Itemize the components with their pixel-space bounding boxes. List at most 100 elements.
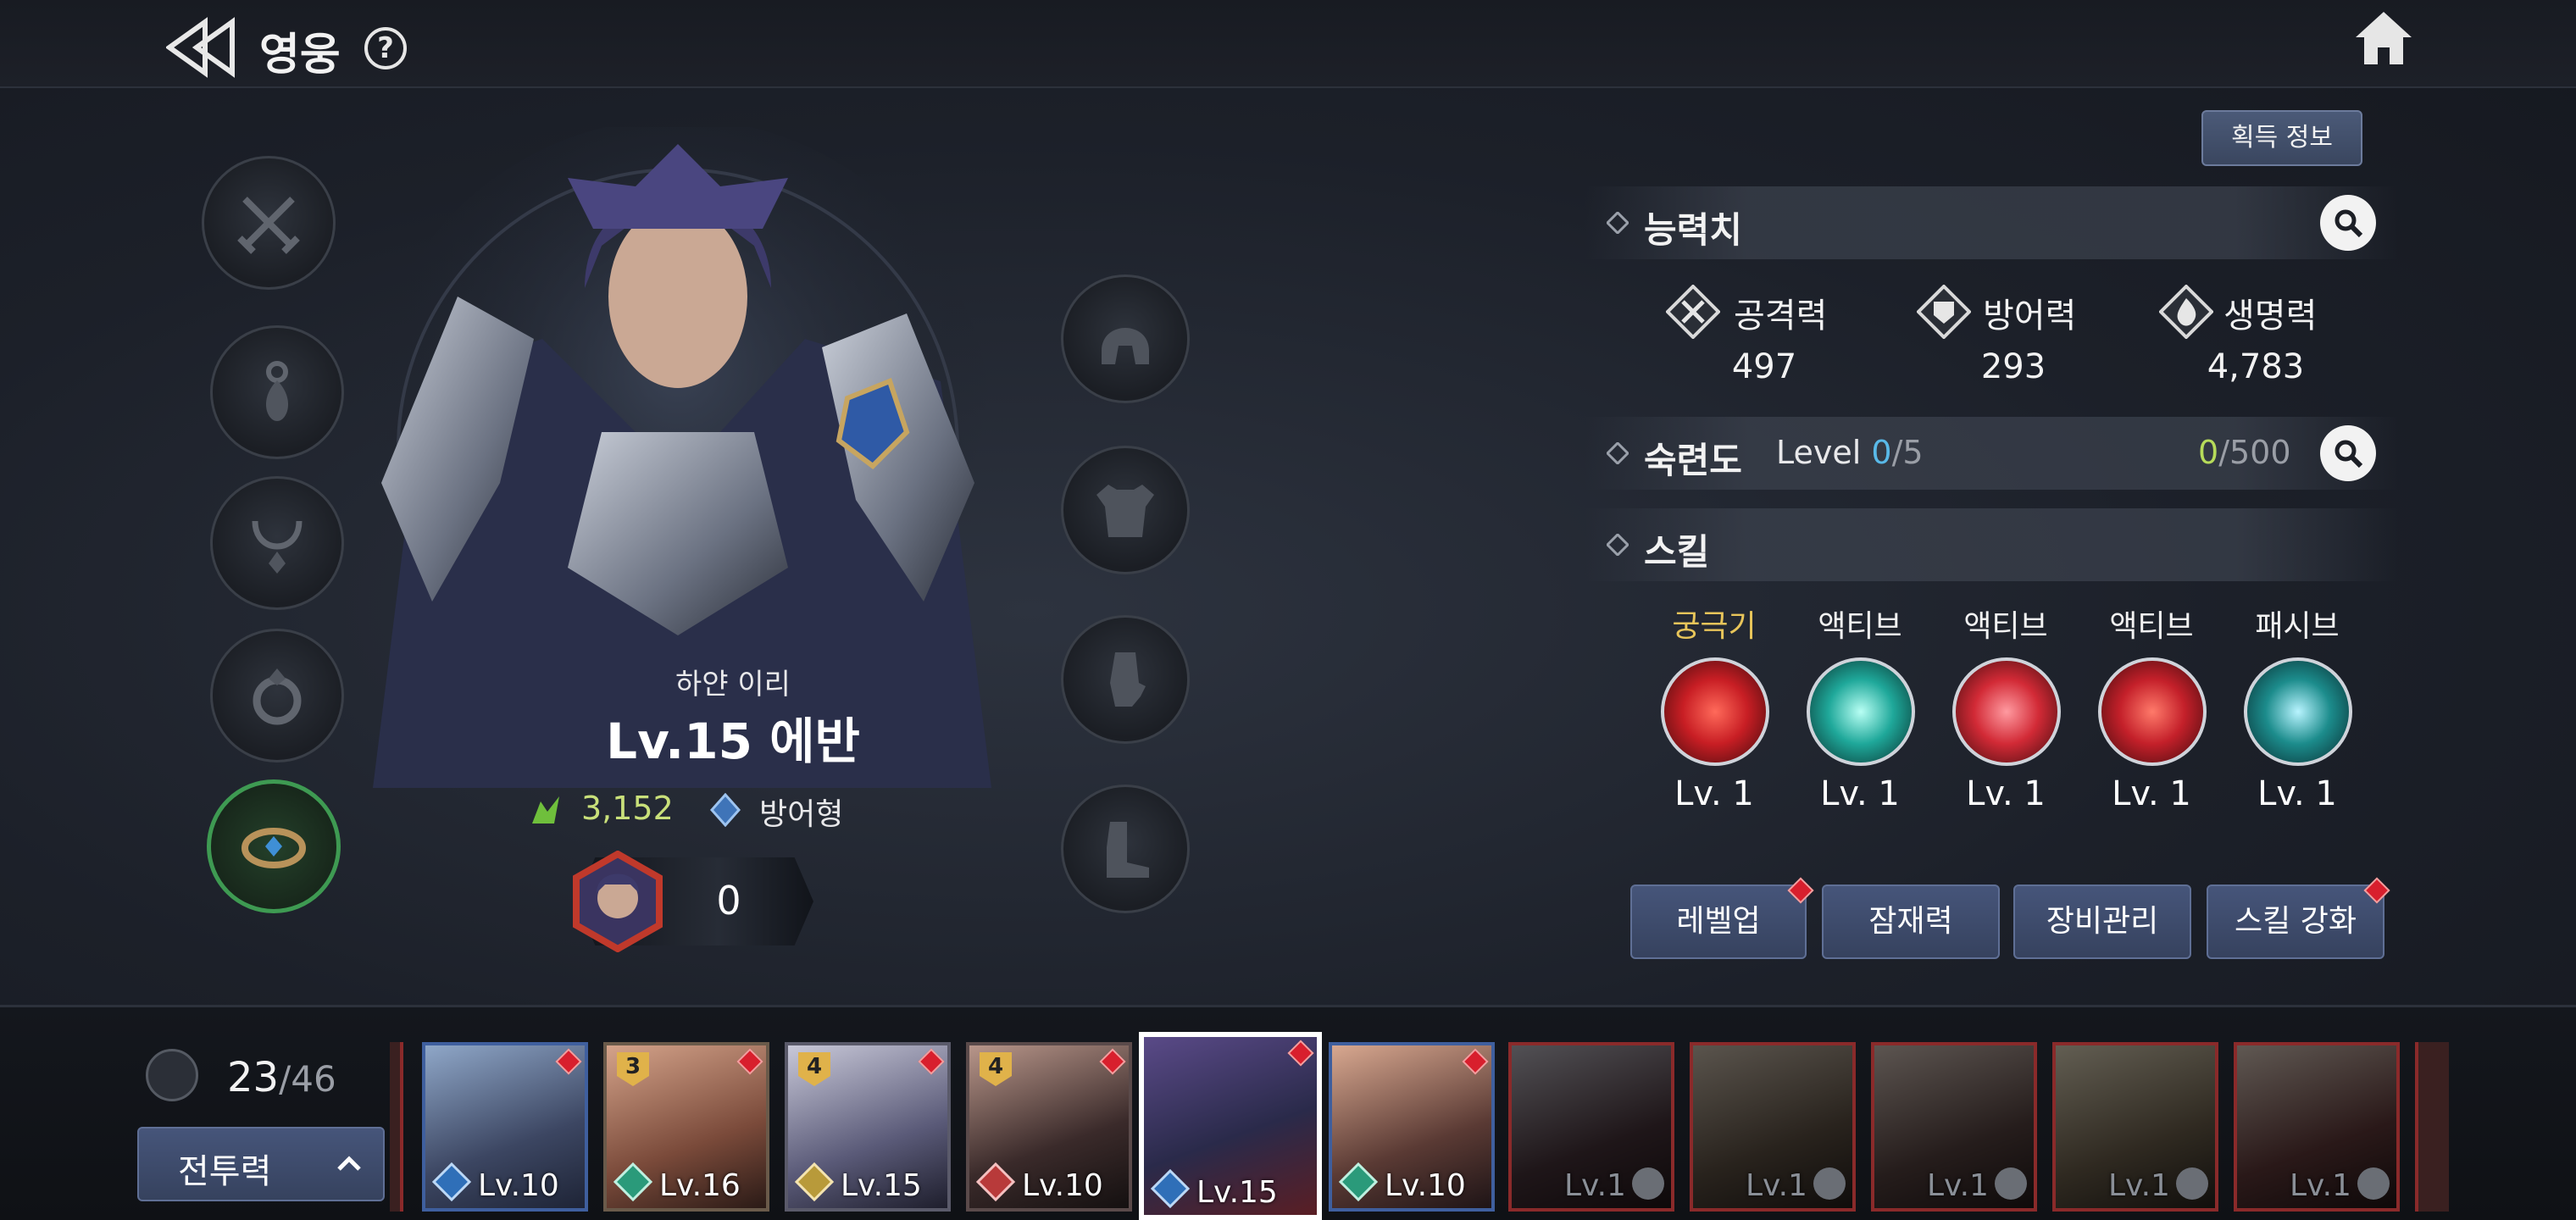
card-level: Lv.10 <box>1385 1168 1466 1203</box>
lock-icon <box>2176 1167 2208 1200</box>
card-level: Lv.1 <box>1927 1168 1989 1203</box>
boots-icon <box>1107 822 1149 878</box>
stats-search-icon[interactable] <box>2320 195 2376 251</box>
section-diamond-icon <box>1607 442 1629 464</box>
hero-mini-avatar <box>573 851 663 952</box>
hero-type: 방어형 <box>759 797 844 832</box>
roster-card-locked[interactable]: Lv.1 <box>1690 1042 1856 1212</box>
roster-card-partial <box>390 1042 403 1212</box>
promotion-count: 0 <box>716 878 741 923</box>
card-level: Lv.15 <box>841 1168 922 1203</box>
roster-card-locked[interactable]: Lv.1 <box>1508 1042 1674 1212</box>
skill-level-ultimate: Lv. 1 <box>1674 774 1754 813</box>
gauntlet-icon <box>1110 652 1146 707</box>
hero-count-current: 23 <box>227 1054 280 1101</box>
star-grade-badge: 4 <box>795 1051 834 1088</box>
section-diamond-icon <box>1607 534 1629 556</box>
mastery-search-icon[interactable] <box>2320 425 2376 481</box>
roster-card-locked[interactable]: Lv.1 <box>2052 1042 2218 1212</box>
roster-card[interactable]: Lv.10 <box>422 1042 588 1212</box>
stat-value-life: 4,783 <box>2207 347 2305 386</box>
skill-level-passive: Lv. 1 <box>2257 774 2337 813</box>
chevron-up-icon[interactable] <box>332 1147 366 1181</box>
combat-power-icon <box>532 796 559 824</box>
roster-card[interactable]: 4 Lv.15 <box>785 1042 951 1212</box>
card-level: Lv.15 <box>1196 1175 1278 1210</box>
heal-class-icon <box>613 1162 652 1201</box>
section-diamond-icon <box>1607 212 1629 234</box>
roster-card-partial <box>2415 1042 2449 1212</box>
skill-active-2-icon[interactable] <box>1952 657 2061 766</box>
roster-card-selected[interactable]: Lv.15 <box>1139 1032 1322 1220</box>
skill-passive-icon[interactable] <box>2244 657 2352 766</box>
sort-label: 전투력 <box>178 1152 272 1191</box>
star-grade: 4 <box>806 1054 823 1079</box>
card-level: Lv.1 <box>1746 1168 1807 1203</box>
card-level: Lv.10 <box>478 1168 559 1203</box>
support-class-icon <box>795 1162 834 1201</box>
star-grade: 4 <box>987 1054 1004 1079</box>
help-icon[interactable]: ? <box>364 27 407 69</box>
attack-icon <box>1666 285 1720 339</box>
defense-icon <box>1917 285 1971 339</box>
hero-count-max: /46 <box>279 1058 336 1100</box>
star-grade: 3 <box>625 1054 641 1079</box>
hero-portrait <box>364 127 991 788</box>
boots-slot[interactable] <box>1061 785 1190 913</box>
combat-power-value: 3,152 <box>581 790 674 827</box>
roster-card-locked[interactable]: Lv.1 <box>2234 1042 2400 1212</box>
defense-type-icon <box>709 793 741 827</box>
skill-level-active-3: Lv. 1 <box>2112 774 2191 813</box>
home-icon[interactable] <box>2354 10 2413 66</box>
mastery-title: 숙련도 <box>1644 440 1742 481</box>
mastery-exp-max: /500 <box>2218 434 2291 471</box>
lock-icon <box>1813 1167 1846 1200</box>
skill-type-active-2: 액티브 <box>1963 609 2048 644</box>
roster-card-locked[interactable]: Lv.1 <box>1871 1042 2037 1212</box>
skill-type-passive: 패시브 <box>2255 609 2340 644</box>
back-arrow-icon[interactable] <box>166 17 244 78</box>
hero-count: 23/46 <box>227 1054 336 1101</box>
acquire-info-button[interactable]: 획득 정보 <box>2201 110 2362 166</box>
skill-active-3-icon[interactable] <box>2098 657 2207 766</box>
gloves-slot[interactable] <box>1061 615 1190 744</box>
star-grade-badge: 3 <box>613 1051 652 1088</box>
defense-class-icon <box>432 1162 471 1201</box>
skill-type-active-1: 액티브 <box>1818 609 1902 644</box>
skill-active-1-icon[interactable] <box>1807 657 1915 766</box>
armor-slot[interactable] <box>1061 446 1190 574</box>
skills-title: 스킬 <box>1644 531 1710 573</box>
skill-upgrade-button[interactable]: 스킬 강화 <box>2207 884 2384 959</box>
card-level: Lv.1 <box>2290 1168 2351 1203</box>
roster-card[interactable]: 4 Lv.10 <box>966 1042 1132 1212</box>
potential-button[interactable]: 잠재력 <box>1822 884 2000 959</box>
stat-name-life: 생명력 <box>2223 297 2318 336</box>
roster-card[interactable]: 3 Lv.16 <box>603 1042 769 1212</box>
mastery-exp-current: 0 <box>2198 434 2219 471</box>
stats-title: 능력치 <box>1644 209 1742 251</box>
page-title: 영웅 <box>259 30 341 80</box>
roster-card[interactable]: Lv.10 <box>1329 1042 1495 1212</box>
stat-name-attack: 공격력 <box>1734 297 1828 336</box>
skill-type-active-3: 액티브 <box>2109 609 2194 644</box>
skill-level-active-1: Lv. 1 <box>1820 774 1900 813</box>
helmet-icon <box>1102 328 1149 364</box>
defense-class-icon <box>1151 1169 1190 1208</box>
skill-type-ultimate: 궁극기 <box>1672 609 1757 644</box>
helmet-count-icon <box>146 1049 198 1101</box>
stat-name-defense: 방어력 <box>1983 297 2077 336</box>
lock-icon <box>1632 1167 1664 1200</box>
helmet-slot[interactable] <box>1061 274 1190 403</box>
card-level: Lv.1 <box>1564 1168 1626 1203</box>
stat-value-attack: 497 <box>1731 347 1797 386</box>
hero-name: Lv.15 에반 <box>606 713 860 770</box>
attack-class-icon <box>976 1162 1015 1201</box>
skill-level-active-2: Lv. 1 <box>1966 774 2046 813</box>
levelup-button[interactable]: 레벨업 <box>1630 884 1807 959</box>
mastery-exp: 0/500 <box>2198 434 2291 471</box>
lock-icon <box>1995 1167 2027 1200</box>
equipment-button[interactable]: 장비관리 <box>2013 884 2191 959</box>
heal-class-icon <box>1339 1162 1378 1201</box>
lock-icon <box>2357 1167 2390 1200</box>
skill-ultimate-icon[interactable] <box>1661 657 1769 766</box>
